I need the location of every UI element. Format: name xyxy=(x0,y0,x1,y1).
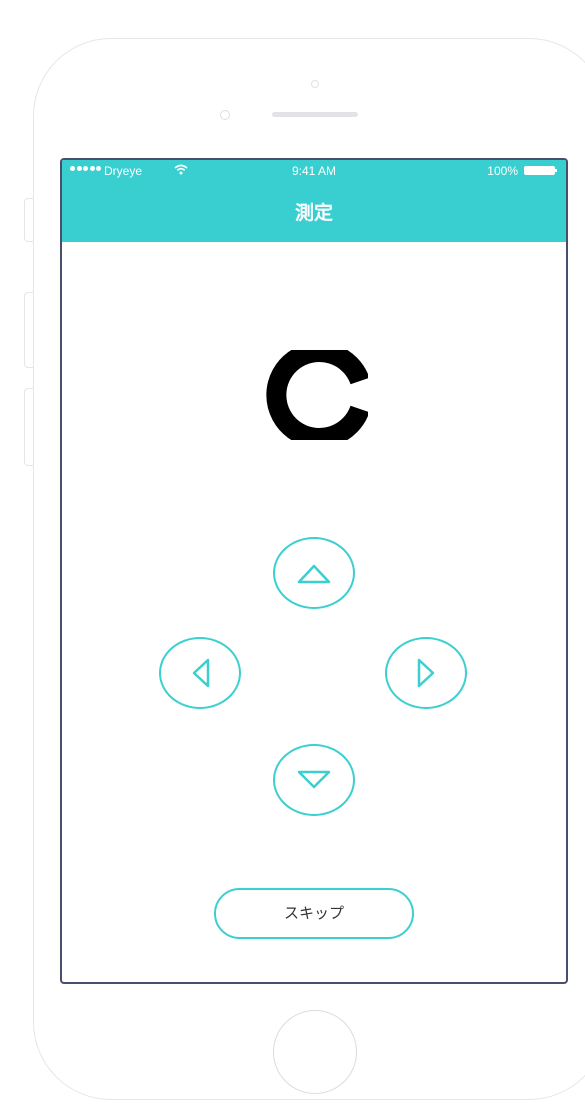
direction-down-button[interactable] xyxy=(273,744,355,816)
battery-percentage: 100% xyxy=(487,164,518,178)
earpiece-speaker xyxy=(272,112,358,117)
direction-left-button[interactable] xyxy=(159,637,241,709)
direction-right-button[interactable] xyxy=(385,637,467,709)
page-title: 測定 xyxy=(294,202,333,224)
landolt-c-icon xyxy=(266,350,368,440)
triangle-up-icon xyxy=(297,564,331,584)
proximity-sensor xyxy=(311,80,319,88)
home-button[interactable] xyxy=(273,1010,357,1094)
mockup-stage: Dryeye 9:41 AM 100% 測定 スキップ xyxy=(0,0,585,1107)
triangle-right-icon xyxy=(417,658,435,688)
direction-up-button[interactable] xyxy=(273,537,355,609)
triangle-left-icon xyxy=(192,658,210,688)
app-screen: Dryeye 9:41 AM 100% 測定 スキップ xyxy=(60,158,568,984)
skip-button[interactable]: スキップ xyxy=(214,888,414,939)
triangle-down-icon xyxy=(297,770,331,789)
front-camera xyxy=(220,110,230,120)
battery-icon xyxy=(524,166,557,175)
navigation-bar: Dryeye 9:41 AM 100% 測定 xyxy=(62,160,566,242)
status-bar: Dryeye 9:41 AM 100% xyxy=(62,160,566,182)
